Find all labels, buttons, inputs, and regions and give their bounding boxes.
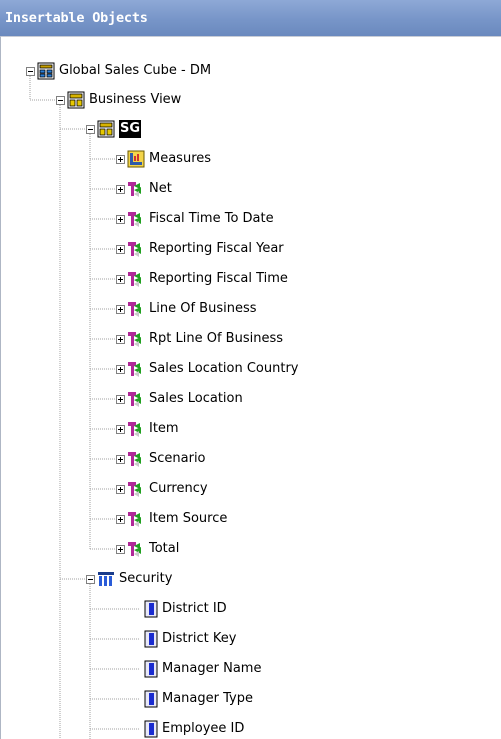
insertable-objects-panel: Insertable Objects Global Sales Cube - D…	[0, 0, 501, 739]
business-view-icon	[97, 120, 115, 138]
tree-node-label: District ID	[162, 601, 227, 616]
expand-icon[interactable]	[116, 545, 125, 554]
tree-node-sales-location-country[interactable]: Sales Location Country	[0, 358, 501, 380]
tree-node-employee-id[interactable]: Employee ID	[0, 718, 501, 739]
dimension-icon	[127, 210, 145, 228]
tree-node-label: Net	[149, 181, 172, 196]
tree-node-label: Reporting Fiscal Time	[149, 271, 288, 286]
tree-node-net[interactable]: Net	[0, 178, 501, 200]
tree-node-item-source[interactable]: Item Source	[0, 508, 501, 530]
tree-node-label: Global Sales Cube - DM	[59, 63, 212, 78]
tree-node-line-of-business[interactable]: Line Of Business	[0, 298, 501, 320]
expand-icon[interactable]	[116, 155, 125, 164]
tree-node-label: Item Source	[149, 511, 228, 526]
expand-icon[interactable]	[116, 485, 125, 494]
tree-node-rpt-line-of-business[interactable]: Rpt Line Of Business	[0, 328, 501, 350]
query-item-icon	[142, 690, 160, 708]
expand-icon[interactable]	[116, 455, 125, 464]
expand-icon[interactable]	[116, 395, 125, 404]
tree-node-label: Fiscal Time To Date	[149, 211, 274, 226]
query-item-icon	[142, 660, 160, 678]
tree-node-label: Manager Type	[162, 691, 253, 706]
expand-icon[interactable]	[116, 245, 125, 254]
tree-node-reporting-fiscal-time[interactable]: Reporting Fiscal Time	[0, 268, 501, 290]
dimension-icon	[127, 420, 145, 438]
tree-node-item[interactable]: Item	[0, 418, 501, 440]
tree-node-label: Measures	[149, 151, 212, 166]
tree-node-currency[interactable]: Currency	[0, 478, 501, 500]
tree-node-label: SG	[119, 120, 142, 138]
expand-icon[interactable]	[116, 365, 125, 374]
dimension-icon	[127, 390, 145, 408]
query-item-icon	[142, 630, 160, 648]
dimension-icon	[127, 480, 145, 498]
dimension-icon	[127, 540, 145, 558]
tree-node-reporting-fiscal-year[interactable]: Reporting Fiscal Year	[0, 238, 501, 260]
tree-node-district-key[interactable]: District Key	[0, 628, 501, 650]
dimension-icon	[127, 300, 145, 318]
dimension-icon	[127, 360, 145, 378]
dimension-icon	[127, 450, 145, 468]
tree-node-label: Business View	[89, 92, 182, 107]
collapse-icon[interactable]	[56, 96, 65, 105]
tree-node-sg[interactable]: SG	[0, 118, 501, 140]
tree-node-label: Rpt Line Of Business	[149, 331, 284, 346]
expand-icon[interactable]	[116, 275, 125, 284]
expand-icon[interactable]	[116, 515, 125, 524]
tree-node-business-view[interactable]: Business View	[0, 89, 501, 111]
measures-icon	[127, 150, 145, 168]
tree-node-label: Employee ID	[162, 721, 245, 736]
expand-icon[interactable]	[116, 425, 125, 434]
tree-node-manager-type[interactable]: Manager Type	[0, 688, 501, 710]
dimension-icon	[127, 270, 145, 288]
tree-node-label: Security	[119, 571, 173, 586]
expand-icon[interactable]	[116, 335, 125, 344]
tree-node-global-sales-cube[interactable]: Global Sales Cube - DM	[0, 60, 501, 82]
business-view-icon	[67, 91, 85, 109]
collapse-icon[interactable]	[86, 125, 95, 134]
tree-node-fiscal-time-to-date[interactable]: Fiscal Time To Date	[0, 208, 501, 230]
collapse-icon[interactable]	[86, 575, 95, 584]
tree-node-manager-name[interactable]: Manager Name	[0, 658, 501, 680]
tree-node-label: Currency	[149, 481, 208, 496]
expand-icon[interactable]	[116, 215, 125, 224]
panel-title: Insertable Objects	[5, 10, 148, 26]
query-item-icon	[142, 720, 160, 738]
tree-node-total[interactable]: Total	[0, 538, 501, 560]
dimension-icon	[127, 510, 145, 528]
tree-node-label: Reporting Fiscal Year	[149, 241, 284, 256]
tree-node-label: Item	[149, 421, 179, 436]
tree-node-label: District Key	[162, 631, 237, 646]
expand-icon[interactable]	[116, 185, 125, 194]
tree-node-label: Sales Location Country	[149, 361, 299, 376]
tree-node-district-id[interactable]: District ID	[0, 598, 501, 620]
tree-node-label: Sales Location	[149, 391, 243, 406]
tree-node-label: Line Of Business	[149, 301, 257, 316]
tree-node-label: Manager Name	[162, 661, 262, 676]
tree-node-security[interactable]: Security	[0, 568, 501, 590]
tree-node-scenario[interactable]: Scenario	[0, 448, 501, 470]
query-subject-icon	[97, 570, 115, 588]
expand-icon[interactable]	[116, 305, 125, 314]
tree-node-measures[interactable]: Measures	[0, 148, 501, 170]
tree-node-label: Total	[149, 541, 180, 556]
query-item-icon	[142, 600, 160, 618]
dimension-icon	[127, 330, 145, 348]
dimension-icon	[127, 180, 145, 198]
tree-node-sales-location[interactable]: Sales Location	[0, 388, 501, 410]
panel-header: Insertable Objects	[0, 0, 501, 36]
tree-node-label: Scenario	[149, 451, 206, 466]
collapse-icon[interactable]	[26, 67, 35, 76]
dimension-icon	[127, 240, 145, 258]
cube-icon	[37, 62, 55, 80]
